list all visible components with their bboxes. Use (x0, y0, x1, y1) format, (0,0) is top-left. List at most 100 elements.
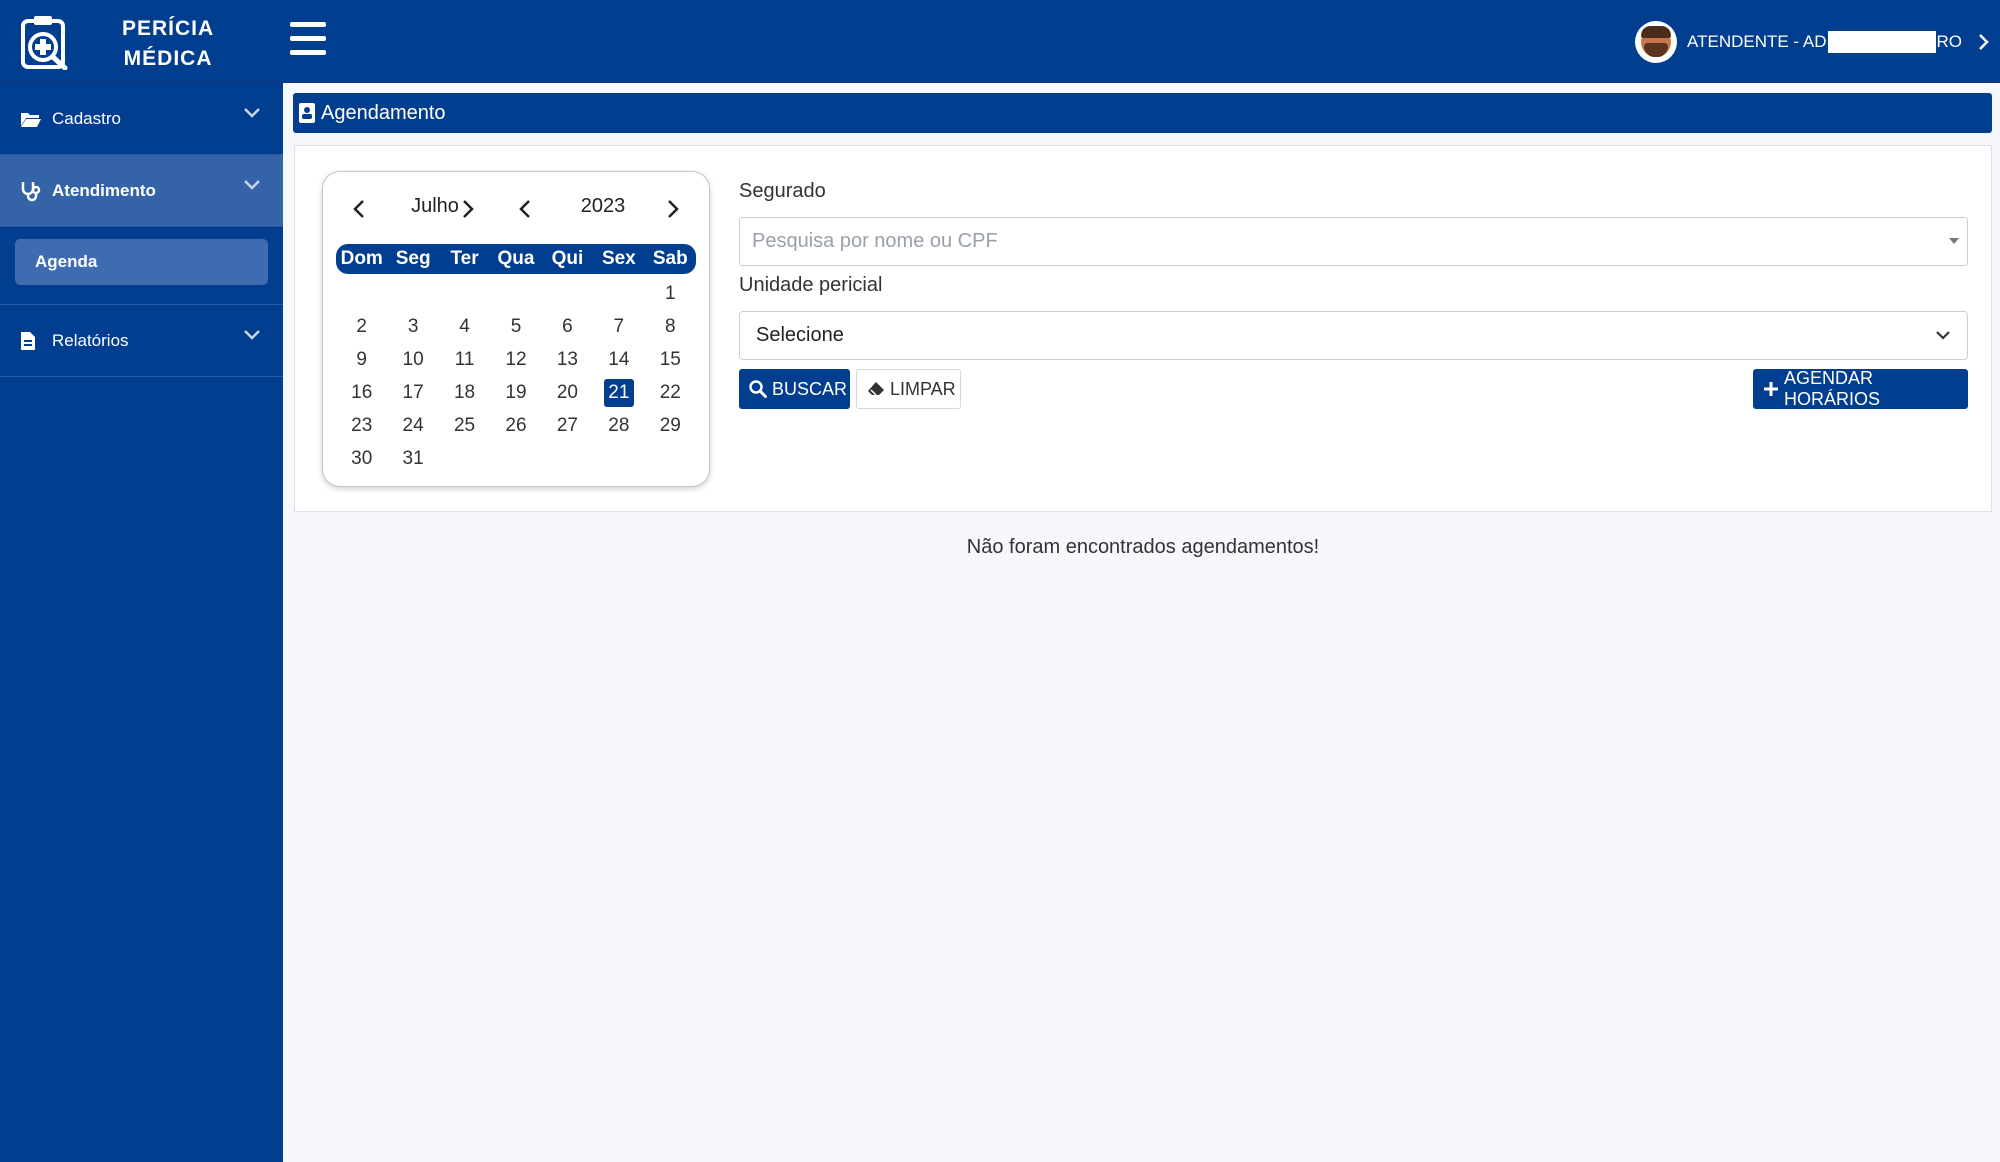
sidebar-item-atendimento[interactable]: Atendimento (0, 155, 283, 227)
avatar-beard (1644, 43, 1669, 57)
eraser-icon (867, 381, 885, 397)
prev-year-button[interactable] (515, 194, 535, 224)
stethoscope-icon (20, 181, 42, 201)
calendar-day[interactable]: 19 (501, 379, 531, 407)
calendar-day[interactable]: 10 (398, 346, 428, 374)
calendar-day[interactable]: 11 (450, 346, 480, 374)
chevron-right-icon (1979, 34, 1989, 50)
calendar-day[interactable]: 1 (655, 280, 685, 308)
section-title: Agendamento (321, 101, 446, 124)
sidebar-item-relatorios[interactable]: Relatórios (0, 305, 283, 377)
calendar-day[interactable]: 20 (552, 379, 582, 407)
agendar-horarios-button[interactable]: AGENDAR HORÁRIOS (1753, 368, 1968, 409)
calendar-day[interactable]: 18 (450, 379, 480, 407)
weekday-label: Seg (395, 248, 431, 269)
next-year-button[interactable] (663, 194, 683, 224)
calendar-day[interactable]: 29 (655, 412, 685, 440)
chevron-down-icon (244, 330, 260, 340)
search-icon (749, 380, 767, 398)
segurado-search-select[interactable]: Pesquisa por nome ou CPF (739, 217, 1968, 266)
weekday-header: Dom Seg Ter Qua Qui Sex Sab (336, 244, 696, 274)
redacted-block (1827, 31, 1936, 53)
calendar-empty-cell (604, 280, 634, 308)
brand-line-1: PERÍCIA (122, 17, 215, 40)
caret-down-icon (1949, 238, 1959, 244)
calendar-empty-cell (450, 280, 480, 308)
sidebar: Cadastro Atendimento Agenda Relatórios (0, 83, 283, 1162)
user-name-suffix: RO (1936, 32, 1963, 51)
hamburger-icon-bar (290, 50, 326, 55)
calendar-day[interactable]: 30 (347, 445, 377, 473)
folder-open-icon (20, 109, 42, 129)
sidebar-submenu: Agenda (0, 227, 283, 305)
brand-title: PERÍCIA MÉDICA (122, 14, 214, 74)
calendar-day[interactable]: 28 (604, 412, 634, 440)
calendar-day[interactable]: 8 (655, 313, 685, 341)
avatar (1635, 21, 1678, 63)
calendar-day[interactable]: 25 (450, 412, 480, 440)
weekday-label: Ter (450, 248, 479, 269)
plus-icon (1763, 381, 1779, 397)
calendar-day[interactable]: 17 (398, 379, 428, 407)
weekday-label: Sex (601, 248, 636, 269)
weekday-label: Dom (340, 248, 383, 269)
user-name: ATENDENTE - AD RO (1687, 31, 1962, 53)
calendar-day[interactable]: 9 (347, 346, 377, 374)
calendar-day[interactable]: 6 (552, 313, 582, 341)
weekday-label: Qua (497, 248, 535, 269)
contact-card-icon (299, 103, 315, 123)
limpar-button[interactable]: LIMPAR (856, 369, 961, 409)
calendar-empty-cell (552, 280, 582, 308)
menu-toggle-button[interactable] (290, 22, 330, 60)
user-menu[interactable]: ATENDENTE - AD RO (1635, 20, 1990, 64)
unidade-selected-value: Selecione (756, 324, 844, 346)
calendar-day[interactable]: 27 (552, 412, 582, 440)
calendar-day[interactable]: 15 (655, 346, 685, 374)
hamburger-icon-bar (290, 36, 326, 41)
unidade-label: Unidade pericial (739, 274, 883, 296)
calendar: Julho 2023 Dom Seg Ter Qua Qui Sex Sab 1234567… (322, 171, 710, 487)
weekday-label: Sab (652, 248, 688, 269)
sidebar-item-label: Cadastro (52, 108, 121, 128)
sidebar-item-agenda[interactable]: Agenda (15, 239, 268, 285)
buscar-label: BUSCAR (772, 378, 848, 399)
calendar-empty-cell (398, 280, 428, 308)
calendar-day-selected[interactable]: 21 (603, 378, 634, 407)
calendar-day[interactable]: 12 (501, 346, 531, 374)
user-name-prefix: ATENDENTE - AD (1687, 32, 1827, 51)
search-panel: Julho 2023 Dom Seg Ter Qua Qui Sex Sab 1234567… (294, 145, 1992, 512)
calendar-day[interactable]: 13 (552, 346, 582, 374)
calendar-days: 1 2 3 4 5 6 7 8 9 10 11 12 13 14 15 16 17 18 19 20 21 22 23 24 2… (336, 277, 696, 475)
file-icon (20, 331, 42, 351)
calendar-day[interactable]: 26 (501, 412, 531, 440)
calendar-year: 2023 (580, 195, 626, 217)
top-bar: PERÍCIA MÉDICA ATENDENTE - AD RO (0, 0, 2000, 83)
prev-month-button[interactable] (349, 194, 369, 224)
calendar-day[interactable]: 4 (450, 313, 480, 341)
brand[interactable]: PERÍCIA MÉDICA (0, 0, 283, 83)
calendar-day[interactable]: 5 (501, 313, 531, 341)
unidade-select[interactable]: Selecione (739, 311, 1968, 360)
calendar-day[interactable]: 24 (398, 412, 428, 440)
calendar-day[interactable]: 23 (347, 412, 377, 440)
calendar-day[interactable]: 16 (347, 379, 377, 407)
chevron-down-icon (244, 108, 260, 118)
calendar-day[interactable]: 3 (398, 313, 428, 341)
calendar-day[interactable]: 22 (655, 379, 685, 407)
calendar-day[interactable]: 7 (604, 313, 634, 341)
calendar-day[interactable]: 14 (604, 346, 634, 374)
next-month-button[interactable] (458, 194, 478, 224)
calendar-empty-cell (347, 280, 377, 308)
segurado-placeholder: Pesquisa por nome ou CPF (752, 230, 998, 252)
avatar-hair (1641, 26, 1672, 38)
weekday-label: Qui (551, 248, 584, 269)
agendar-label: AGENDAR HORÁRIOS (1784, 368, 1881, 409)
calendar-day[interactable]: 2 (347, 313, 377, 341)
segurado-label: Segurado (739, 180, 826, 202)
sidebar-item-label: Relatórios (52, 330, 129, 350)
brand-line-2: MÉDICA (123, 47, 213, 70)
buscar-button[interactable]: BUSCAR (739, 369, 850, 409)
hamburger-icon (290, 22, 326, 27)
sidebar-item-cadastro[interactable]: Cadastro (0, 83, 283, 155)
calendar-day[interactable]: 31 (398, 445, 428, 473)
